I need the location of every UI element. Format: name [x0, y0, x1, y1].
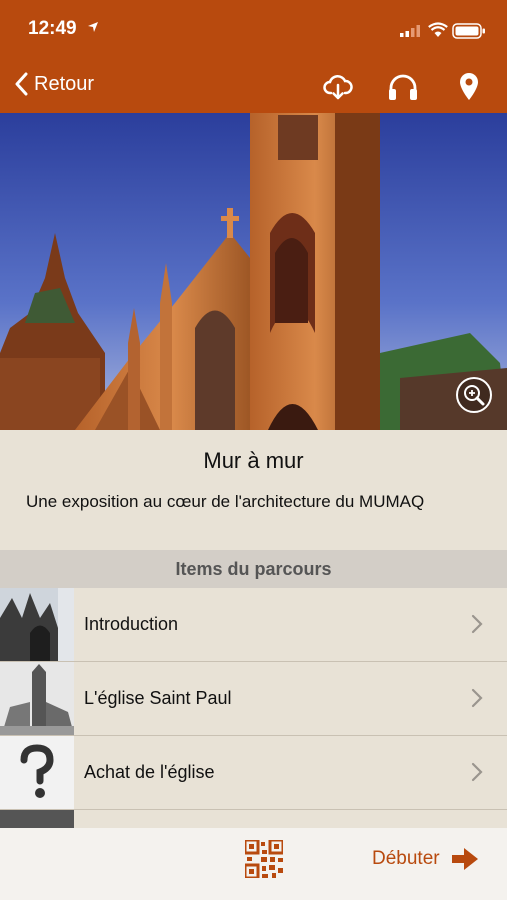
item-thumbnail — [0, 736, 74, 809]
list-item-label: Achat de l'église — [84, 762, 215, 782]
exhibit-title: Mur à mur — [203, 448, 304, 473]
headphones-icon[interactable] — [387, 72, 419, 102]
church-hero-image — [0, 113, 507, 430]
list-item-label: L'église Saint Paul — [84, 688, 232, 708]
chevron-right-icon — [471, 762, 483, 782]
list-item-label: Introduction — [84, 614, 179, 634]
start-label: Débuter — [372, 848, 440, 869]
status-time: 12:49 — [28, 18, 77, 39]
play-arrow-icon — [451, 848, 478, 870]
exhibit-description: Une exposition au cœur de l'architecture… — [26, 492, 425, 511]
bottom-toolbar: Débuter — [0, 828, 507, 900]
chevron-right-icon — [471, 688, 483, 708]
battery-icon — [452, 23, 485, 39]
top-bar: 12:49 Retour — [0, 0, 507, 113]
back-chevron-icon — [15, 72, 28, 96]
back-label: Retour — [34, 72, 95, 95]
item-thumbnail — [0, 662, 74, 735]
back-button[interactable]: Retour — [14, 72, 94, 96]
location-arrow-icon — [88, 22, 98, 32]
list-item-eglise-saint-paul[interactable]: L'église Saint Paul — [0, 662, 507, 736]
start-button[interactable]: Débuter — [372, 848, 478, 870]
list-item-achat-eglise[interactable]: Achat de l'église — [0, 736, 507, 810]
cloud-download-icon[interactable] — [323, 72, 353, 102]
wifi-icon — [428, 22, 448, 37]
list-item-introduction[interactable]: Introduction — [0, 588, 507, 662]
chevron-right-icon — [471, 614, 483, 634]
signal-icon — [400, 25, 420, 37]
qr-code-icon[interactable] — [245, 840, 283, 878]
exhibit-info: Mur à mur Une exposition au cœur de l'ar… — [0, 430, 507, 550]
status-bar: 12:49 — [0, 0, 507, 60]
map-pin-icon[interactable] — [458, 72, 480, 102]
nav-bar: Retour — [0, 62, 507, 112]
zoom-in-icon[interactable] — [455, 376, 493, 414]
item-thumbnail — [0, 588, 74, 661]
section-header: Items du parcours — [0, 550, 507, 588]
